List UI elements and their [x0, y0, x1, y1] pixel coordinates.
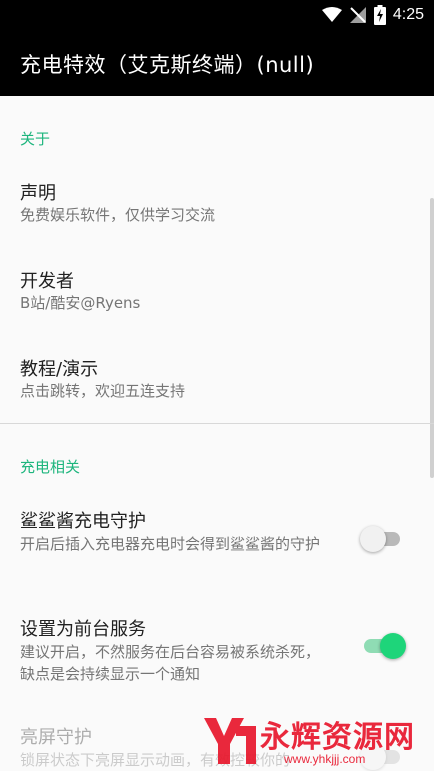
watermark-brand: 永辉资源网	[260, 720, 415, 755]
pref-summary: 免费娱乐软件，仅供学习交流	[20, 206, 216, 224]
status-time: 4:25	[392, 6, 424, 23]
pref-summary: 开启后插入充电器充电时会得到鲨鲨酱的守护	[20, 535, 321, 553]
pref-title: 教程/演示	[20, 359, 99, 380]
page-title: 充电特效（艾克斯终端）(null)	[20, 52, 315, 77]
pref-foreground-service[interactable]: 设置为前台服务 建议开启，不然服务在后台容易被系统杀死，缺点是会持续显示一个通知	[0, 602, 434, 702]
status-bar: 4:25	[0, 0, 434, 31]
pref-title: 设置为前台服务	[20, 619, 146, 640]
pref-title: 开发者	[20, 271, 74, 292]
watermark-url: www.yhkjjj.com	[284, 752, 366, 766]
pref-summary: 点击跳转，欢迎五连支持	[20, 382, 186, 400]
pref-tutorial[interactable]: 教程/演示 点击跳转，欢迎五连支持	[0, 342, 434, 422]
pref-summary: B站/酷安@Ryens	[20, 294, 141, 312]
status-icons: 4:25	[321, 5, 424, 25]
battery-charging-icon	[373, 5, 386, 25]
pref-developer[interactable]: 开发者 B站/酷安@Ryens	[0, 254, 434, 334]
wifi-icon	[321, 7, 342, 22]
switch-thumb	[360, 526, 386, 552]
foreground-service-switch[interactable]	[362, 633, 406, 659]
pref-statement[interactable]: 声明 免费娱乐软件，仅供学习交流	[0, 166, 434, 246]
no-signal-icon	[349, 7, 366, 23]
watermark-logo-icon	[204, 718, 256, 764]
switch-thumb	[380, 633, 406, 659]
pref-title: 声明	[20, 183, 56, 204]
section-header-about: 关于	[20, 130, 51, 148]
watermark: 永辉资源网 www.yhkjjj.com	[200, 710, 430, 770]
pref-title: 亮屏守护	[20, 727, 92, 748]
preferences-list[interactable]: 关于 声明 免费娱乐软件，仅供学习交流 开发者 B站/酷安@Ryens 教程/演…	[0, 96, 434, 771]
pref-summary: 建议开启，不然服务在后台容易被系统杀死，缺点是会持续显示一个通知	[20, 643, 321, 683]
app-bar: 充电特效（艾克斯终端）(null)	[0, 31, 434, 96]
section-divider	[0, 423, 434, 424]
pref-shark-guard[interactable]: 鲨鲨酱充电守护 开启后插入充电器充电时会得到鲨鲨酱的守护	[0, 494, 434, 594]
shark-guard-switch[interactable]	[360, 526, 402, 552]
section-header-charging: 充电相关	[20, 458, 81, 476]
pref-title: 鲨鲨酱充电守护	[20, 511, 146, 532]
